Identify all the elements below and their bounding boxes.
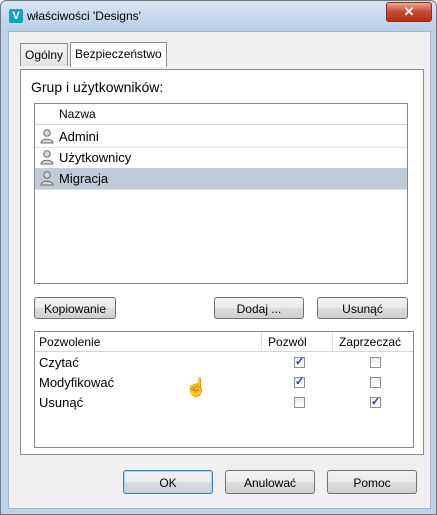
user-icon	[40, 171, 54, 186]
help-button[interactable]: Pomoc	[327, 470, 417, 494]
permission-column-header: Pozwolenie	[39, 335, 101, 349]
copy-button[interactable]: Kopiowanie	[34, 297, 116, 319]
users-list[interactable]: Nazwa Admini Użytkownicy Migracja	[34, 103, 408, 284]
column-separator	[261, 332, 262, 351]
user-name: Migracja	[59, 171, 109, 186]
permissions-header: Pozwolenie Pozwól Zaprzeczać	[35, 332, 413, 352]
user-icon	[40, 129, 54, 144]
title-bar[interactable]: V właściwości 'Designs' ✕	[1, 1, 436, 31]
deny-checkbox[interactable]	[370, 357, 381, 368]
window-title: właściwości 'Designs'	[27, 9, 141, 23]
user-icon	[40, 150, 54, 165]
ok-button[interactable]: OK	[123, 470, 213, 494]
security-panel: Grup i użytkowników: Nazwa Admini Użytko…	[20, 69, 424, 455]
user-row-migration[interactable]: Migracja	[35, 168, 407, 190]
deny-checkbox[interactable]	[370, 395, 381, 408]
permission-row-delete: Usunąć	[35, 393, 413, 412]
permissions-table: Pozwolenie Pozwól Zaprzeczać Czytać Mody…	[34, 331, 414, 448]
user-name: Admini	[59, 129, 99, 144]
permission-label: Czytać	[39, 355, 79, 370]
permission-row-read: Czytać	[35, 353, 413, 372]
deny-column-header: Zaprzeczać	[339, 335, 402, 349]
tab-general[interactable]: Ogólny	[20, 43, 69, 66]
allow-checkbox[interactable]	[294, 397, 305, 408]
name-column-header: Nazwa	[59, 107, 96, 121]
groups-users-label: Grup i użytkowników:	[31, 79, 164, 95]
allow-checkbox[interactable]	[294, 375, 305, 388]
deny-checkbox[interactable]	[370, 377, 381, 388]
app-icon: V	[9, 9, 23, 23]
dialog-body: Ogólny Bezpieczeństwo Grup i użytkownikó…	[8, 31, 431, 509]
user-row-users[interactable]: Użytkownicy	[35, 147, 407, 169]
permission-row-modify: Modyfikować	[35, 373, 413, 392]
tab-security[interactable]: Bezpieczeństwo	[70, 42, 167, 67]
allow-column-header: Pozwól	[268, 335, 307, 349]
user-row-admins[interactable]: Admini	[35, 126, 407, 148]
remove-button[interactable]: Usunąć	[317, 297, 408, 319]
properties-dialog: V właściwości 'Designs' ✕ Ogólny Bezpiec…	[0, 0, 437, 515]
allow-checkbox[interactable]	[294, 355, 305, 368]
permission-label: Modyfikować	[39, 375, 115, 390]
user-name: Użytkownicy	[59, 150, 132, 165]
column-separator	[332, 332, 333, 351]
add-button[interactable]: Dodaj ...	[214, 297, 304, 319]
close-button[interactable]: ✕	[386, 2, 432, 22]
list-header[interactable]: Nazwa	[35, 104, 407, 125]
permission-label: Usunąć	[39, 395, 84, 410]
hand-cursor-icon: ☝	[185, 377, 208, 397]
cancel-button[interactable]: Anulować	[225, 470, 315, 494]
